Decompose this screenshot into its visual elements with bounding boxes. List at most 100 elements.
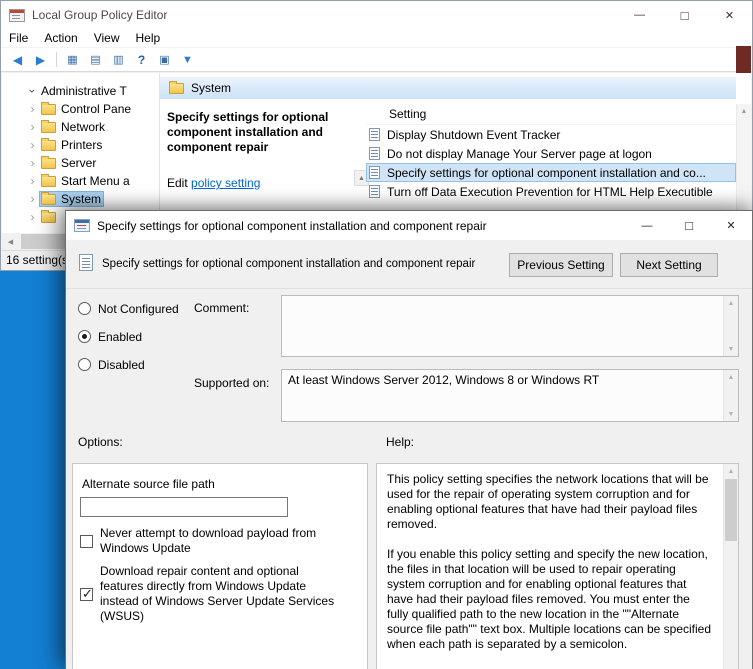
next-setting-button[interactable]: Next Setting: [620, 253, 718, 277]
forward-button[interactable]: ▶: [29, 50, 52, 70]
forward-icon: ▶: [36, 53, 45, 67]
column-header-setting[interactable]: Setting: [366, 104, 736, 125]
help-paragraph: This policy setting specifies the networ…: [387, 472, 713, 532]
setting-label: Turn off Data Execution Prevention for H…: [387, 185, 713, 199]
tree-item-start-menu[interactable]: Start Menu a: [2, 172, 159, 190]
maximize-icon[interactable]: [662, 1, 707, 29]
folder-icon: [41, 140, 56, 151]
help-text: This policy setting specifies the networ…: [377, 464, 723, 669]
header-divider: [66, 288, 752, 289]
scrollbar-thumb[interactable]: [725, 479, 737, 541]
edit-policy-setting-link[interactable]: policy setting: [191, 176, 260, 190]
menu-action[interactable]: Action: [36, 31, 85, 45]
scroll-down-icon[interactable]: [724, 407, 738, 421]
folder-icon: [41, 176, 56, 187]
chevron-down-icon[interactable]: [26, 85, 40, 98]
scroll-up-icon[interactable]: [737, 104, 751, 119]
radio-not-configured[interactable]: Not Configured: [78, 301, 179, 316]
checkbox-unchecked-icon[interactable]: [80, 535, 93, 548]
comment-value[interactable]: [282, 296, 723, 356]
filter-icon: ▼: [182, 54, 193, 66]
close-icon[interactable]: [707, 1, 752, 29]
show-console-tree-button[interactable]: ▦: [61, 50, 84, 70]
scroll-up-icon[interactable]: [724, 296, 738, 310]
folder-icon: [41, 194, 56, 205]
minimize-icon[interactable]: [617, 1, 662, 29]
scroll-up-icon[interactable]: [724, 370, 738, 384]
scroll-up-icon[interactable]: [724, 464, 738, 478]
help-scrollbar[interactable]: [723, 464, 738, 669]
folder-icon: [41, 158, 56, 169]
back-button[interactable]: ◀: [6, 50, 29, 70]
properties-button[interactable]: ▥: [107, 50, 130, 70]
status-text: 16 setting(s): [6, 253, 72, 267]
gpe-menubar: File Action View Help: [1, 29, 752, 48]
filter-button[interactable]: ▼: [176, 50, 199, 70]
gpe-titlebar: Local Group Policy Editor: [1, 1, 752, 29]
chevron-right-icon[interactable]: [26, 120, 39, 134]
checkbox-checked-icon[interactable]: [80, 588, 93, 601]
chevron-right-icon[interactable]: [26, 156, 39, 170]
radio-enabled[interactable]: Enabled: [78, 329, 142, 344]
menu-file[interactable]: File: [1, 31, 36, 45]
tree-item-system[interactable]: System: [2, 190, 159, 208]
tree-item-administrative-templates[interactable]: Administrative T: [2, 82, 159, 100]
previous-setting-button[interactable]: Previous Setting: [509, 253, 613, 277]
alternate-source-path-input[interactable]: [80, 497, 288, 517]
folder-icon: [169, 83, 184, 94]
menu-view[interactable]: View: [86, 31, 128, 45]
radio-icon[interactable]: [78, 358, 91, 371]
tree-item-label: Printers: [61, 138, 102, 152]
tree-item-network[interactable]: Network: [2, 118, 159, 136]
minimize-icon[interactable]: [626, 211, 668, 240]
setting-label: Display Shutdown Event Tracker: [387, 128, 560, 142]
tree-item-label: System: [61, 192, 101, 206]
chevron-right-icon[interactable]: [26, 192, 39, 206]
dialog-titlebar: Specify settings for optional component …: [66, 211, 752, 240]
comment-scrollbar[interactable]: [723, 296, 738, 356]
radio-checked-icon[interactable]: [78, 330, 91, 343]
comment-label: Comment:: [194, 301, 249, 315]
extended-view-button[interactable]: ▣: [153, 50, 176, 70]
extended-view-icon: ▣: [159, 53, 169, 66]
wsus-checkbox-row[interactable]: Download repair content and optional fea…: [80, 564, 340, 624]
setting-row[interactable]: Display Shutdown Event Tracker: [366, 125, 736, 144]
chevron-right-icon[interactable]: [26, 138, 39, 152]
scroll-down-icon[interactable]: [724, 342, 738, 356]
help-label: Help:: [386, 435, 414, 449]
export-list-button[interactable]: ▤: [84, 50, 107, 70]
menu-help[interactable]: Help: [128, 31, 169, 45]
maximize-icon[interactable]: [668, 211, 710, 240]
tree-item-control-panel[interactable]: Control Pane: [2, 100, 159, 118]
properties-icon: ▥: [113, 53, 123, 66]
setting-row[interactable]: Turn off Data Execution Prevention for H…: [366, 182, 736, 201]
help-button[interactable]: ?: [130, 50, 153, 70]
setting-row[interactable]: Do not display Manage Your Server page a…: [366, 144, 736, 163]
options-panel: Alternate source file path Never attempt…: [72, 463, 368, 669]
setting-row-selected[interactable]: Specify settings for optional component …: [366, 163, 736, 182]
chevron-right-icon[interactable]: [26, 102, 39, 116]
radio-disabled[interactable]: Disabled: [78, 357, 145, 372]
toolbar-separator: [56, 52, 57, 67]
policy-doc-icon: [369, 185, 380, 198]
tree-item-label: Administrative T: [41, 84, 127, 98]
tree-item-printers[interactable]: Printers: [2, 136, 159, 154]
radio-label: Disabled: [98, 358, 145, 372]
setting-label: Do not display Manage Your Server page a…: [387, 147, 652, 161]
checkbox-label: Never attempt to download payload from W…: [100, 526, 335, 556]
folder-icon: [41, 122, 56, 133]
chevron-right-icon[interactable]: [26, 210, 39, 224]
gpe-app-icon: [9, 9, 25, 22]
chevron-right-icon[interactable]: [26, 174, 39, 188]
never-download-checkbox-row[interactable]: Never attempt to download payload from W…: [80, 526, 335, 556]
radio-icon[interactable]: [78, 302, 91, 315]
tree-item-server[interactable]: Server: [2, 154, 159, 172]
comment-textarea[interactable]: [281, 295, 739, 357]
supported-scrollbar[interactable]: [723, 370, 738, 421]
policy-doc-icon: [369, 166, 380, 179]
edit-prefix: Edit: [167, 176, 191, 190]
scroll-left-icon[interactable]: [2, 233, 19, 250]
close-icon[interactable]: [710, 211, 752, 240]
tree-item-label: Server: [61, 156, 96, 170]
policy-setting-dialog: Specify settings for optional component …: [65, 210, 753, 669]
